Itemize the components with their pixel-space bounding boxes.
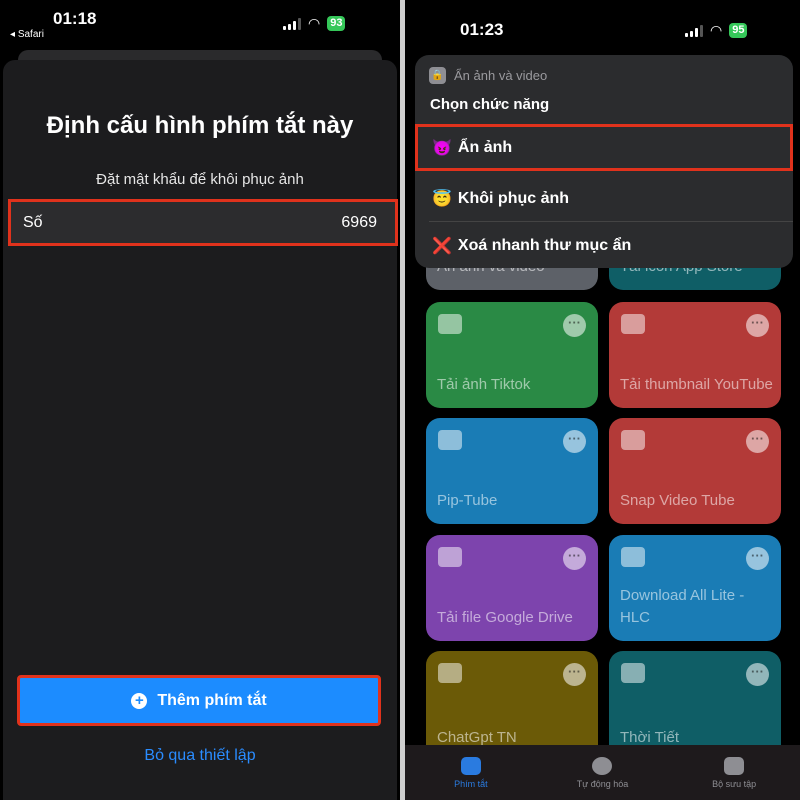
gallery-icon: [724, 756, 745, 775]
shortcut-tile-label: Tải file Google Drive: [437, 609, 573, 626]
wifi-icon: ◠: [710, 22, 723, 38]
signal-icon: [685, 24, 703, 37]
play-icon: [621, 430, 645, 450]
play-icon: [621, 314, 645, 334]
lock-icon: 🔒: [429, 67, 446, 84]
field-prompt: Đặt mật khẩu để khôi phục ảnh: [96, 171, 304, 188]
more-options-icon[interactable]: ···: [746, 314, 769, 337]
shortcut-tile[interactable]: ··· Tải ảnh Tiktok: [426, 302, 598, 408]
add-shortcut-button[interactable]: + Thêm phím tắt: [17, 675, 381, 726]
page-title: Định cấu hình phím tắt này: [46, 112, 354, 139]
back-app-label: Safari: [17, 29, 44, 40]
tab-automation[interactable]: Tự động hóa: [547, 756, 657, 789]
menu-item-label: Khôi phục ảnh: [457, 189, 570, 207]
shortcut-tile-label: Pip-Tube: [437, 492, 498, 509]
menu-item-label: Ẩn ảnh: [457, 138, 513, 156]
hand-icon: [438, 663, 462, 683]
layers-icon: [460, 756, 481, 775]
shortcut-tile-label: Tải thumbnail YouTube: [620, 376, 773, 393]
plus-icon: +: [131, 692, 148, 709]
cross-emoji-icon: ❌: [432, 237, 452, 255]
menu-item-label: Xoá nhanh thư mục ẩn: [457, 236, 632, 254]
shortcut-tile[interactable]: ··· Snap Video Tube: [609, 418, 781, 524]
tab-bar: Phím tắt Tự động hóa Bộ sưu tập: [405, 745, 800, 800]
back-to-safari[interactable]: ◂ Safari: [10, 29, 44, 40]
status-time: 01:18: [53, 9, 97, 28]
tab-shortcuts[interactable]: Phím tắt: [416, 756, 526, 789]
shortcut-tile-label: Snap Video Tube: [620, 492, 735, 509]
devil-emoji-icon: 😈: [432, 139, 452, 157]
menu-header: 🔒 Ẩn ảnh và video: [429, 67, 547, 84]
shortcut-tile-label: Download All Lite - HLC: [620, 587, 745, 626]
layers-icon: [621, 663, 645, 683]
clock-icon: [592, 756, 613, 775]
menu-item-restore-photo[interactable]: 😇 Khôi phục ảnh: [415, 175, 793, 222]
more-options-icon[interactable]: ···: [563, 663, 586, 686]
field-label: Số: [23, 213, 43, 231]
right-screen: 01:23 ◠ 95 Ẩn ảnh và videoTải icon App S…: [405, 0, 800, 800]
number-field[interactable]: Số 6969: [8, 199, 398, 246]
more-options-icon[interactable]: ···: [563, 547, 586, 570]
shortcut-tile[interactable]: ··· Pip-Tube: [426, 418, 598, 524]
status-icons: ◠ 95: [685, 22, 748, 39]
more-options-icon[interactable]: ···: [746, 547, 769, 570]
shortcut-tile[interactable]: ··· Tải thumbnail YouTube: [609, 302, 781, 408]
play-icon: [438, 430, 462, 450]
signal-icon: [283, 17, 301, 30]
tab-label: Bộ sưu tập: [712, 778, 757, 789]
more-options-icon[interactable]: ···: [563, 314, 586, 337]
shortcut-name: Ẩn ảnh và video: [454, 68, 548, 83]
menu-prompt: Chọn chức năng: [430, 96, 550, 113]
menu-item-hide-photo[interactable]: 😈 Ẩn ảnh: [415, 124, 793, 171]
download-icon: [621, 547, 645, 567]
more-options-icon[interactable]: ···: [746, 430, 769, 453]
status-icons: ◠ 93: [283, 15, 346, 32]
battery-icon: 95: [729, 23, 748, 38]
more-options-icon[interactable]: ···: [563, 430, 586, 453]
skip-setup-link[interactable]: Bỏ qua thiết lập: [0, 747, 400, 765]
menu-item-delete-hidden-folder[interactable]: ❌ Xoá nhanh thư mục ẩn: [415, 222, 793, 268]
tab-label: Phím tắt: [454, 778, 488, 789]
left-screen: 01:18 ◂ Safari ◠ 93 Định cấu hình phím t…: [0, 0, 400, 800]
add-shortcut-label: Thêm phím tắt: [157, 691, 267, 709]
wifi-icon: ◠: [308, 15, 321, 31]
angel-emoji-icon: 😇: [432, 190, 452, 208]
shortcut-tile-label: Tải ảnh Tiktok: [437, 376, 531, 393]
tab-gallery[interactable]: Bộ sưu tập: [679, 756, 789, 789]
battery-icon: 93: [327, 16, 346, 31]
status-time: 01:23: [460, 20, 504, 39]
download-icon: [438, 547, 462, 567]
shortcut-tile[interactable]: ··· Tải file Google Drive: [426, 535, 598, 641]
tab-label: Tự động hóa: [576, 778, 629, 789]
download-icon: [438, 314, 462, 334]
more-options-icon[interactable]: ···: [746, 663, 769, 686]
shortcut-menu: 🔒 Ẩn ảnh và video Chọn chức năng 😈 Ẩn ản…: [415, 55, 793, 268]
shortcut-tile[interactable]: ··· Download All Lite - HLC: [609, 535, 781, 641]
field-value[interactable]: 6969: [341, 214, 377, 232]
